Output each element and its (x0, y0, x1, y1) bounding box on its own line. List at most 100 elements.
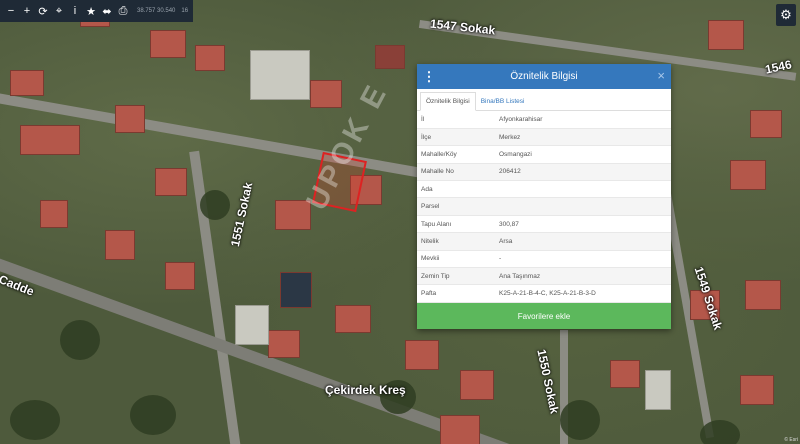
locate-button[interactable]: ⌖ (51, 0, 67, 22)
building (20, 125, 80, 155)
attribute-row: Ada (417, 180, 671, 199)
close-icon[interactable]: × (657, 68, 665, 83)
attribute-key: Tapu Alanı (417, 215, 495, 234)
building (375, 45, 405, 69)
add-to-favorites-button[interactable]: Favorilere ekle (417, 303, 671, 329)
attribute-key: Pafta (417, 284, 495, 303)
attribute-value: 300,87 (495, 215, 671, 234)
minus-button[interactable]: − (3, 0, 19, 22)
plus-button[interactable]: + (19, 0, 35, 22)
building (335, 305, 371, 333)
attribute-row: Mahalle/Köy Osmangazi (417, 145, 671, 164)
tree (560, 400, 600, 440)
attribute-row: Nitelik Arsa (417, 232, 671, 251)
attribute-row: İlçe Merkez (417, 128, 671, 147)
building (165, 262, 195, 290)
refresh-icon: ⟳ (38, 5, 48, 18)
map-attribution: © Esri (784, 437, 798, 443)
print-icon: ⎙ (118, 4, 128, 17)
building (740, 375, 774, 405)
tree (130, 395, 176, 435)
tree (10, 400, 60, 440)
plus-icon: + (23, 5, 31, 17)
attribute-key: Mevkii (417, 250, 495, 269)
ruler-icon: ⬌ (102, 5, 112, 18)
attribute-value: Merkez (495, 128, 671, 147)
locate-icon: ⌖ (55, 4, 63, 17)
tree (60, 320, 100, 360)
building (750, 110, 782, 138)
info-icon: i (73, 5, 77, 17)
map-toolbar: − + ⟳ ⌖ i ★ ⬌ ⎙ 38.757 30.540 16 (0, 0, 193, 22)
star-button[interactable]: ★ (83, 0, 99, 22)
satellite-map[interactable]: 1547 Sokak 1546 1551 Sokak 1549 Sokak 15… (0, 0, 800, 444)
attribute-table: İl Afyonkarahisar İlçe Merkez Mahalle/Köy Osm… (417, 111, 671, 303)
ruler-button[interactable]: ⬌ (99, 0, 115, 22)
attribute-key: Mahalle/Köy (417, 145, 495, 164)
attribute-key: İlçe (417, 128, 495, 147)
building (10, 70, 44, 96)
building (195, 45, 225, 71)
coordinate-readout: 38.757 30.540 (137, 8, 176, 14)
building (405, 340, 439, 370)
building (730, 160, 766, 190)
attribute-key: İl (417, 111, 495, 129)
attribute-key: Mahalle No (417, 163, 495, 182)
info-button[interactable]: i (67, 0, 83, 22)
building (645, 370, 671, 410)
tree (200, 190, 230, 220)
building (708, 20, 744, 50)
building (105, 230, 135, 260)
attribute-value (495, 197, 671, 216)
attribute-row: Mahalle No 206412 (417, 163, 671, 182)
panel-tabs: Öznitelik Bilgisi Bina/BB Listesi (417, 89, 671, 111)
attribute-info-panel: ⋮ Öznitelik Bilgisi × Öznitelik Bilgisi … (417, 64, 671, 329)
building (310, 80, 342, 108)
attribute-row: Parsel (417, 197, 671, 216)
menu-icon[interactable]: ⋮ (417, 69, 441, 85)
building (610, 360, 640, 388)
building (268, 330, 300, 358)
attribute-key: Parsel (417, 197, 495, 216)
building (150, 30, 186, 58)
tab-attribute-info[interactable]: Öznitelik Bilgisi (420, 92, 476, 111)
street-label-1547: 1547 Sokak (429, 16, 496, 38)
attribute-key: Ada (417, 180, 495, 199)
building (115, 105, 145, 133)
print-button[interactable]: ⎙ (115, 0, 131, 22)
building (250, 50, 310, 100)
street-label-1551: 1551 Sokak (228, 181, 256, 248)
zoom-level: 16 (181, 8, 189, 14)
panel-header: ⋮ Öznitelik Bilgisi × (417, 64, 671, 89)
attribute-value: - (495, 250, 671, 269)
building (440, 415, 480, 444)
attribute-key: Zemin Tip (417, 267, 495, 286)
tree (700, 420, 740, 444)
attribute-value: Afyonkarahisar (495, 111, 671, 129)
attribute-value: 206412 (495, 163, 671, 182)
poi-label: Çekirdek Kreş (325, 383, 406, 397)
attribute-value (495, 180, 671, 199)
attribute-row: Zemin Tip Ana Taşınmaz (417, 267, 671, 286)
attribute-row: İl Afyonkarahisar (417, 111, 671, 129)
gear-icon: ⚙ (780, 7, 792, 22)
attribute-value: K25-A-21-B-4-C, K25-A-21-B-3-D (495, 284, 671, 303)
panel-title: Öznitelik Bilgisi (510, 71, 578, 82)
settings-button[interactable]: ⚙ (776, 4, 796, 26)
building (235, 305, 269, 345)
attribute-row: Mevkii - (417, 250, 671, 269)
building (155, 168, 187, 196)
attribute-key: Nitelik (417, 232, 495, 251)
star-icon: ★ (86, 5, 96, 18)
attribute-row: Pafta K25-A-21-B-4-C, K25-A-21-B-3-D (417, 284, 671, 303)
attribute-value: Ana Taşınmaz (495, 267, 671, 286)
building (460, 370, 494, 400)
attribute-value: Osmangazi (495, 145, 671, 164)
tab-building-list[interactable]: Bina/BB Listesi (476, 93, 530, 110)
attribute-row: Tapu Alanı 300,87 (417, 215, 671, 234)
minus-icon: − (7, 5, 15, 17)
attribute-value: Arsa (495, 232, 671, 251)
refresh-button[interactable]: ⟳ (35, 0, 51, 22)
building (280, 272, 312, 308)
building (40, 200, 68, 228)
